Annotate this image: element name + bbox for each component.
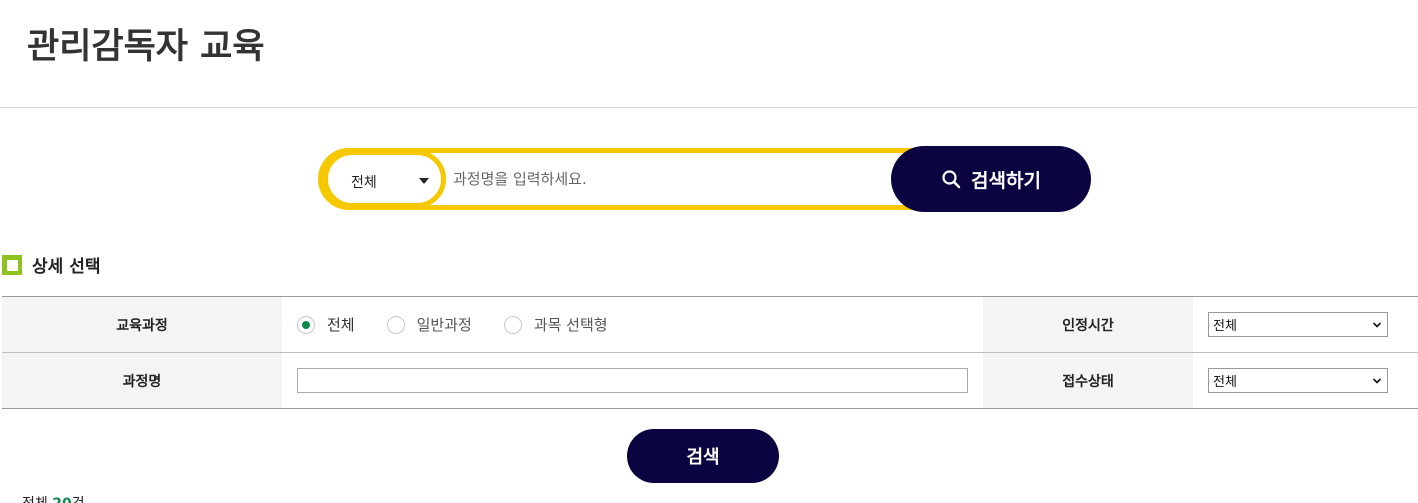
chevron-down-icon <box>1373 378 1381 384</box>
radio-subject-select[interactable]: 과목 선택형 <box>503 314 608 335</box>
registration-status-select-value: 전체 <box>1213 375 1237 390</box>
course-name-label: 과정명 <box>2 353 282 408</box>
radio-checked-icon <box>297 315 315 334</box>
credit-hours-label: 인정시간 <box>983 297 1193 352</box>
course-type-options: 전체 일반과정 과목 선택형 <box>282 297 983 352</box>
filter-table: 교육과정 전체 일반과정 과목 선택형 인정시간 전체 과정명 접수상태 전체 <box>2 296 1418 409</box>
search-input[interactable] <box>453 161 893 197</box>
radio-all-label: 전체 <box>327 316 355 334</box>
filter-row-course-name: 과정명 접수상태 전체 <box>2 353 1418 409</box>
chevron-down-icon <box>1373 322 1381 328</box>
square-bullet-icon <box>2 254 22 275</box>
title-divider <box>0 107 1418 108</box>
radio-subject-select-label: 과목 선택형 <box>533 316 608 334</box>
radio-unchecked-icon <box>503 315 522 334</box>
radio-general[interactable]: 일반과정 <box>386 314 472 335</box>
credit-hours-cell: 전체 <box>1193 297 1418 352</box>
search-bar: 전체 검색하기 <box>318 146 1091 212</box>
course-type-label: 교육과정 <box>2 297 282 352</box>
filter-row-course-type: 교육과정 전체 일반과정 과목 선택형 인정시간 전체 <box>2 297 1418 353</box>
radio-general-label: 일반과정 <box>416 316 472 334</box>
total-suffix: 건 <box>72 496 85 503</box>
search-icon <box>942 170 961 189</box>
registration-status-cell: 전체 <box>1193 353 1418 408</box>
radio-all[interactable]: 전체 <box>297 314 355 335</box>
credit-hours-select[interactable]: 전체 <box>1208 312 1388 337</box>
search-button-label: 검색하기 <box>971 169 1041 192</box>
course-name-cell <box>282 353 983 408</box>
course-name-input[interactable] <box>297 368 968 393</box>
total-count: 전체 20건 <box>22 493 85 503</box>
total-count-number: 20 <box>52 496 71 503</box>
search-button[interactable]: 검색하기 <box>891 146 1091 212</box>
credit-hours-select-value: 전체 <box>1213 319 1237 334</box>
total-prefix: 전체 <box>22 496 48 503</box>
search-category-value: 전체 <box>351 175 377 191</box>
radio-unchecked-icon <box>386 315 405 334</box>
detail-section-header: 상세 선택 <box>2 252 100 277</box>
registration-status-label: 접수상태 <box>983 353 1193 408</box>
registration-status-select[interactable]: 전체 <box>1208 368 1388 393</box>
detail-search-button[interactable]: 검색 <box>627 429 779 483</box>
caret-down-icon <box>419 178 429 184</box>
search-category-select[interactable]: 전체 <box>323 150 446 208</box>
detail-title: 상세 선택 <box>32 257 101 277</box>
page-title: 관리감독자 교육 <box>27 27 265 67</box>
